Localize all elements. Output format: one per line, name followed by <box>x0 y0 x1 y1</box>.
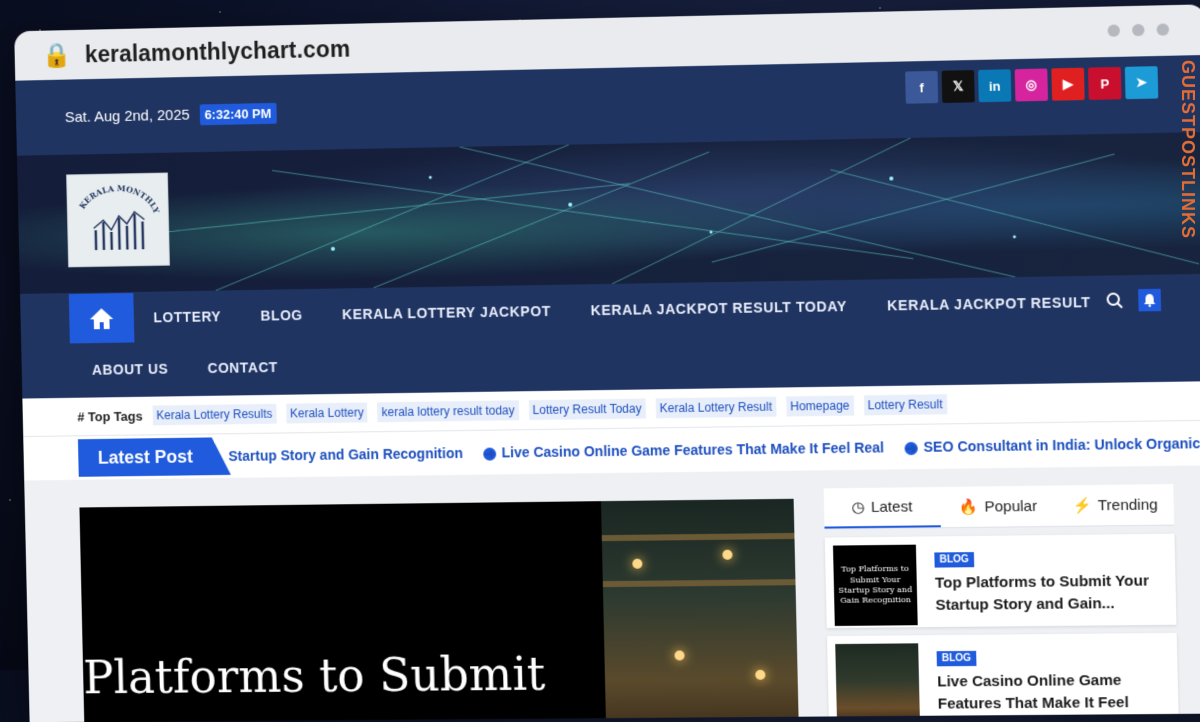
nav-link-kerala-jackpot-result[interactable]: KERALA JACKPOT RESULT <box>887 294 1091 313</box>
post-card[interactable]: Top Platforms to Submit Your Startup Sto… <box>825 534 1177 628</box>
home-button[interactable] <box>69 293 135 344</box>
pinterest-icon[interactable]: P <box>1088 67 1121 100</box>
ticker-item[interactable]: ➜Live Casino Online Game Features That M… <box>483 439 885 460</box>
nav-link-blog[interactable]: BLOG <box>260 307 303 324</box>
lock-icon: 🔒 <box>42 40 72 69</box>
linkedin-icon[interactable]: in <box>978 69 1011 102</box>
top-tags-label-text: Top Tags <box>88 408 143 424</box>
website: Sat. Aug 2nd, 2025 6:32:40 PM f𝕏in◎▶P➤ <box>15 55 1200 722</box>
current-time: 6:32:40 PM <box>199 102 276 124</box>
browser-window: 🔒 keralamonthlychart.com Sat. Aug 2nd, 2… <box>14 4 1200 722</box>
ticker-item[interactable]: ➜SEO Consultant in India: Unlock Organic… <box>904 435 1200 455</box>
instagram-icon[interactable]: ◎ <box>1015 68 1048 101</box>
tag-link[interactable]: kerala lottery result today <box>377 400 518 422</box>
tag-link[interactable]: Kerala Lottery <box>286 402 368 423</box>
sidebar-widget: ◷ Latest 🔥 Popular ⚡ Trending Top Platfo… <box>824 484 1179 722</box>
window-controls <box>1107 23 1169 36</box>
network-lines-graphic <box>17 132 1200 294</box>
youtube-icon[interactable]: ▶ <box>1051 68 1084 101</box>
tag-link[interactable]: Lottery Result <box>863 394 947 415</box>
notification-button[interactable] <box>1138 289 1161 312</box>
fire-icon: 🔥 <box>959 498 978 516</box>
tag-link[interactable]: Kerala Lottery Results <box>152 404 276 426</box>
nav-link-kerala-lottery-jackpot[interactable]: KERALA LOTTERY JACKPOT <box>342 303 551 322</box>
nav-link-contact[interactable]: CONTACT <box>207 359 278 376</box>
featured-casino-image <box>601 499 799 722</box>
tab-latest[interactable]: ◷ Latest <box>824 487 941 529</box>
tab-trending-label: Trending <box>1098 496 1158 514</box>
watermark-text: GUESTPOSTLINKS <box>1168 60 1198 360</box>
bell-icon <box>1142 293 1157 307</box>
site-logo[interactable]: KERALA MONTHLY CHART <box>66 173 170 268</box>
tag-link[interactable]: Homepage <box>786 395 854 416</box>
telegram-icon[interactable]: ➤ <box>1125 66 1158 99</box>
tab-popular[interactable]: 🔥 Popular <box>940 485 1057 527</box>
post-thumbnail[interactable]: Top Platforms to Submit Your Startup Sto… <box>833 545 918 626</box>
tab-trending[interactable]: ⚡ Trending <box>1056 484 1174 526</box>
category-badge[interactable]: BLOG <box>934 552 974 568</box>
category-badge[interactable]: BLOG <box>937 651 977 666</box>
home-icon <box>89 306 115 330</box>
window-dot-icon[interactable] <box>1157 23 1170 35</box>
chart-logo-icon: KERALA MONTHLY CHART <box>67 174 169 267</box>
featured-post-slider[interactable]: Platforms to Submit <box>79 499 799 722</box>
tag-link[interactable]: Lottery Result Today <box>528 398 645 420</box>
nav-link-lottery[interactable]: LOTTERY <box>153 308 221 325</box>
svg-text:KERALA MONTHLY CHART: KERALA MONTHLY CHART <box>67 174 161 217</box>
tag-link[interactable]: Kerala Lottery Result <box>655 397 776 419</box>
latest-post-label: Latest Post <box>78 437 231 477</box>
post-title[interactable]: Top Platforms to Submit Your Startup Sto… <box>935 570 1162 616</box>
x-twitter-icon[interactable]: 𝕏 <box>942 70 975 103</box>
post-title[interactable]: Live Casino Online Game Features That Ma… <box>937 669 1165 722</box>
arrow-right-icon: ➜ <box>483 447 496 460</box>
top-tags-label: # Top Tags <box>77 408 143 424</box>
featured-post-title[interactable]: Platforms to Submit <box>83 647 546 705</box>
current-date: Sat. Aug 2nd, 2025 <box>65 106 190 125</box>
post-thumbnail[interactable] <box>835 643 920 722</box>
window-dot-icon[interactable] <box>1107 24 1120 36</box>
social-links: f𝕏in◎▶P➤ <box>905 66 1158 104</box>
main-navigation: LOTTERY BLOG KERALA LOTTERY JACKPOT KERA… <box>20 274 1200 399</box>
bolt-icon: ⚡ <box>1072 496 1091 514</box>
post-card[interactable]: BLOG Live Casino Online Game Features Th… <box>827 633 1179 722</box>
header-banner: KERALA MONTHLY CHART <box>17 132 1200 294</box>
nav-link-kerala-jackpot-result-today[interactable]: KERALA JACKPOT RESULT TODAY <box>591 298 847 318</box>
url-text[interactable]: keralamonthlychart.com <box>85 35 351 68</box>
arrow-right-icon: ➜ <box>904 442 917 455</box>
clock-icon: ◷ <box>851 498 865 516</box>
ticker-item[interactable]: Startup Story and Gain Recognition <box>228 445 463 464</box>
nav-link-about-us[interactable]: ABOUT US <box>92 361 169 378</box>
tab-popular-label: Popular <box>984 497 1037 515</box>
facebook-icon[interactable]: f <box>905 71 938 104</box>
tab-latest-label: Latest <box>871 498 913 516</box>
window-dot-icon[interactable] <box>1132 24 1145 36</box>
search-icon[interactable] <box>1105 291 1124 310</box>
